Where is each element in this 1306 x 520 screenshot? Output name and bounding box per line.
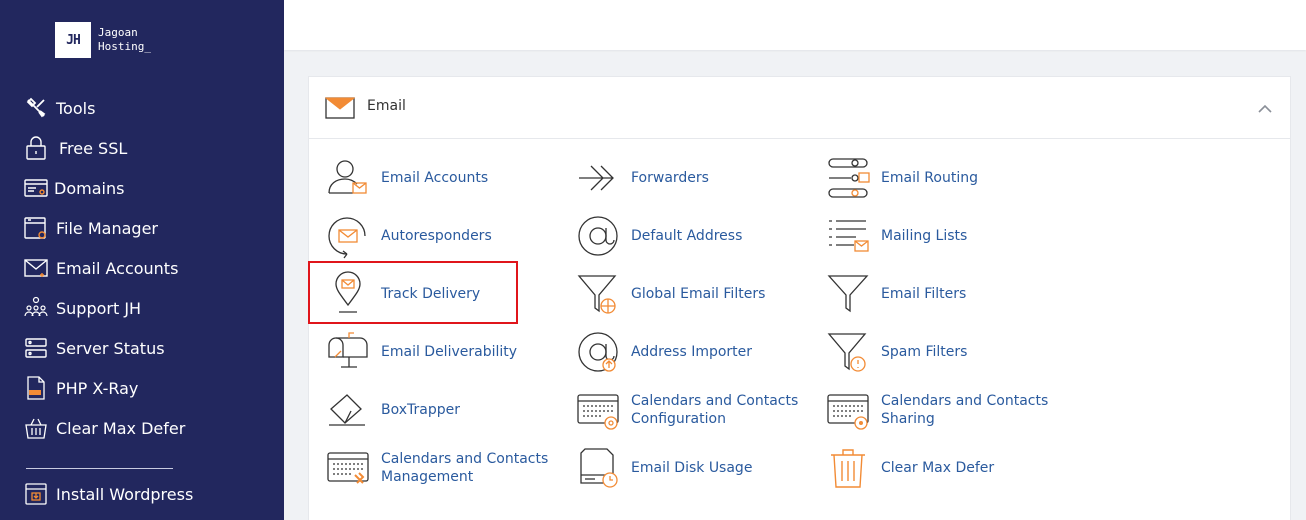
sidebar-item-free-ssl[interactable]: Free SSL xyxy=(24,128,264,168)
sidebar-item-server-status[interactable]: Server Status xyxy=(24,328,264,368)
install-icon xyxy=(24,482,48,506)
sidebar-item-support-jh[interactable]: Support JH xyxy=(24,288,264,328)
logo-mark: JH xyxy=(55,22,91,58)
funnel-warning-icon xyxy=(825,329,871,375)
sidebar-item-label: File Manager xyxy=(56,218,158,238)
calendar-manage-icon xyxy=(325,445,371,491)
envelope-icon xyxy=(24,256,48,280)
domain-icon xyxy=(24,176,48,200)
funnel-globe-icon xyxy=(575,271,621,317)
sidebar-item-label: Support JH xyxy=(56,298,142,318)
funnel-icon xyxy=(825,271,871,317)
trash-icon xyxy=(825,445,871,491)
list-mail-icon xyxy=(825,213,871,259)
logo-line-2: Hosting_ xyxy=(98,40,151,53)
item-label: Global Email Filters xyxy=(631,286,766,302)
routing-icon xyxy=(825,155,871,201)
item-label: Forwarders xyxy=(631,170,709,186)
sidebar: JH Jagoan Hosting_ Tools Free SSL Domain… xyxy=(0,0,284,520)
folder-gear-icon xyxy=(24,216,48,240)
server-icon xyxy=(24,336,48,360)
section-title: Email xyxy=(367,98,406,114)
clear-max-defer-item[interactable]: Clear Max Defer xyxy=(825,443,1065,493)
sidebar-item-email-accounts[interactable]: Email Accounts xyxy=(24,248,264,288)
item-label: Email Accounts xyxy=(381,170,489,186)
calendars-contacts-configuration-item[interactable]: Calendars and Contacts Configuration xyxy=(575,385,815,435)
calendars-contacts-management-item[interactable]: Calendars and Contacts Management xyxy=(325,443,565,493)
mailing-lists-item[interactable]: Mailing Lists xyxy=(825,211,1065,261)
trap-icon xyxy=(325,387,371,433)
global-email-filters-item[interactable]: Global Email Filters xyxy=(575,269,815,319)
tools-icon xyxy=(24,96,48,120)
sidebar-item-label: Tools xyxy=(56,98,96,118)
envelope-icon xyxy=(325,97,355,119)
forward-arrow-icon xyxy=(575,155,621,201)
email-deliverability-item[interactable]: Email Deliverability xyxy=(325,327,565,377)
people-icon xyxy=(24,296,48,320)
sidebar-item-domains[interactable]: Domains xyxy=(24,168,264,208)
email-section-header[interactable]: Email xyxy=(309,77,1290,139)
item-label: Email Filters xyxy=(881,286,967,302)
sidebar-nav: Tools Free SSL Domains File Manager Emai… xyxy=(24,88,264,448)
autoresponders-item[interactable]: Autoresponders xyxy=(325,211,565,261)
email-routing-item[interactable]: Email Routing xyxy=(825,153,1065,203)
sidebar-item-label: Email Accounts xyxy=(56,258,179,278)
sidebar-item-label: Free SSL xyxy=(59,138,128,158)
location-mail-icon xyxy=(325,271,371,317)
php-file-icon xyxy=(24,376,48,400)
sidebar-item-php-x-ray[interactable]: PHP X-Ray xyxy=(24,368,264,408)
email-disk-usage-item[interactable]: Email Disk Usage xyxy=(575,443,815,493)
item-label: Email Deliverability xyxy=(381,344,518,360)
lock-icon xyxy=(24,136,48,160)
email-section: Email Email Accounts Autoresponders Trac… xyxy=(308,76,1291,520)
calendar-at-icon xyxy=(575,387,621,433)
calendar-share-icon xyxy=(825,387,871,433)
logo[interactable]: JH Jagoan Hosting_ xyxy=(55,22,151,58)
user-mail-icon xyxy=(325,155,371,201)
sidebar-divider xyxy=(26,468,173,469)
chevron-up-icon[interactable] xyxy=(1257,101,1273,117)
sidebar-item-label: PHP X-Ray xyxy=(56,378,139,398)
sidebar-item-clear-max-defer[interactable]: Clear Max Defer xyxy=(24,408,264,448)
sidebar-bottom: Install Wordpress xyxy=(24,474,264,514)
spam-filters-item[interactable]: Spam Filters xyxy=(825,327,1065,377)
at-sign-icon xyxy=(575,213,621,259)
forwarders-item[interactable]: Forwarders xyxy=(575,153,815,203)
item-label: Mailing Lists xyxy=(881,228,968,244)
item-label: Calendars and Contacts Configuration xyxy=(631,393,799,427)
sidebar-item-label: Server Status xyxy=(56,338,165,358)
top-bar xyxy=(284,0,1306,50)
default-address-item[interactable]: Default Address xyxy=(575,211,815,261)
sidebar-item-label: Clear Max Defer xyxy=(56,418,186,438)
item-label: Autoresponders xyxy=(381,228,492,244)
address-importer-item[interactable]: Address Importer xyxy=(575,327,815,377)
item-label: Email Disk Usage xyxy=(631,460,753,476)
logo-line-1: Jagoan xyxy=(98,26,138,39)
item-label: Address Importer xyxy=(631,344,753,360)
logo-text: Jagoan Hosting_ xyxy=(98,26,151,54)
item-label: Email Routing xyxy=(881,170,978,186)
item-label: Calendars and Contacts Management xyxy=(381,451,549,485)
item-label: Spam Filters xyxy=(881,344,968,360)
item-label: Track Delivery xyxy=(381,286,481,302)
item-label: Default Address xyxy=(631,228,743,244)
sidebar-item-install-wordpress[interactable]: Install Wordpress xyxy=(24,474,264,514)
boxtrapper-item[interactable]: BoxTrapper xyxy=(325,385,565,435)
basket-icon xyxy=(24,416,48,440)
item-label: Calendars and Contacts Sharing xyxy=(881,393,1049,427)
autoresponder-icon xyxy=(325,213,371,259)
disk-usage-icon xyxy=(575,445,621,491)
sidebar-item-tools[interactable]: Tools xyxy=(24,88,264,128)
sidebar-item-label: Install Wordpress xyxy=(56,484,194,504)
sidebar-item-file-manager[interactable]: File Manager xyxy=(24,208,264,248)
mailbox-icon xyxy=(325,329,371,375)
email-filters-item[interactable]: Email Filters xyxy=(825,269,1065,319)
track-delivery-item[interactable]: Track Delivery xyxy=(325,269,565,319)
email-accounts-item[interactable]: Email Accounts xyxy=(325,153,565,203)
sidebar-item-label: Domains xyxy=(54,178,125,198)
at-import-icon xyxy=(575,329,621,375)
item-label: BoxTrapper xyxy=(381,402,460,418)
item-label: Clear Max Defer xyxy=(881,460,995,476)
calendars-contacts-sharing-item[interactable]: Calendars and Contacts Sharing xyxy=(825,385,1065,435)
